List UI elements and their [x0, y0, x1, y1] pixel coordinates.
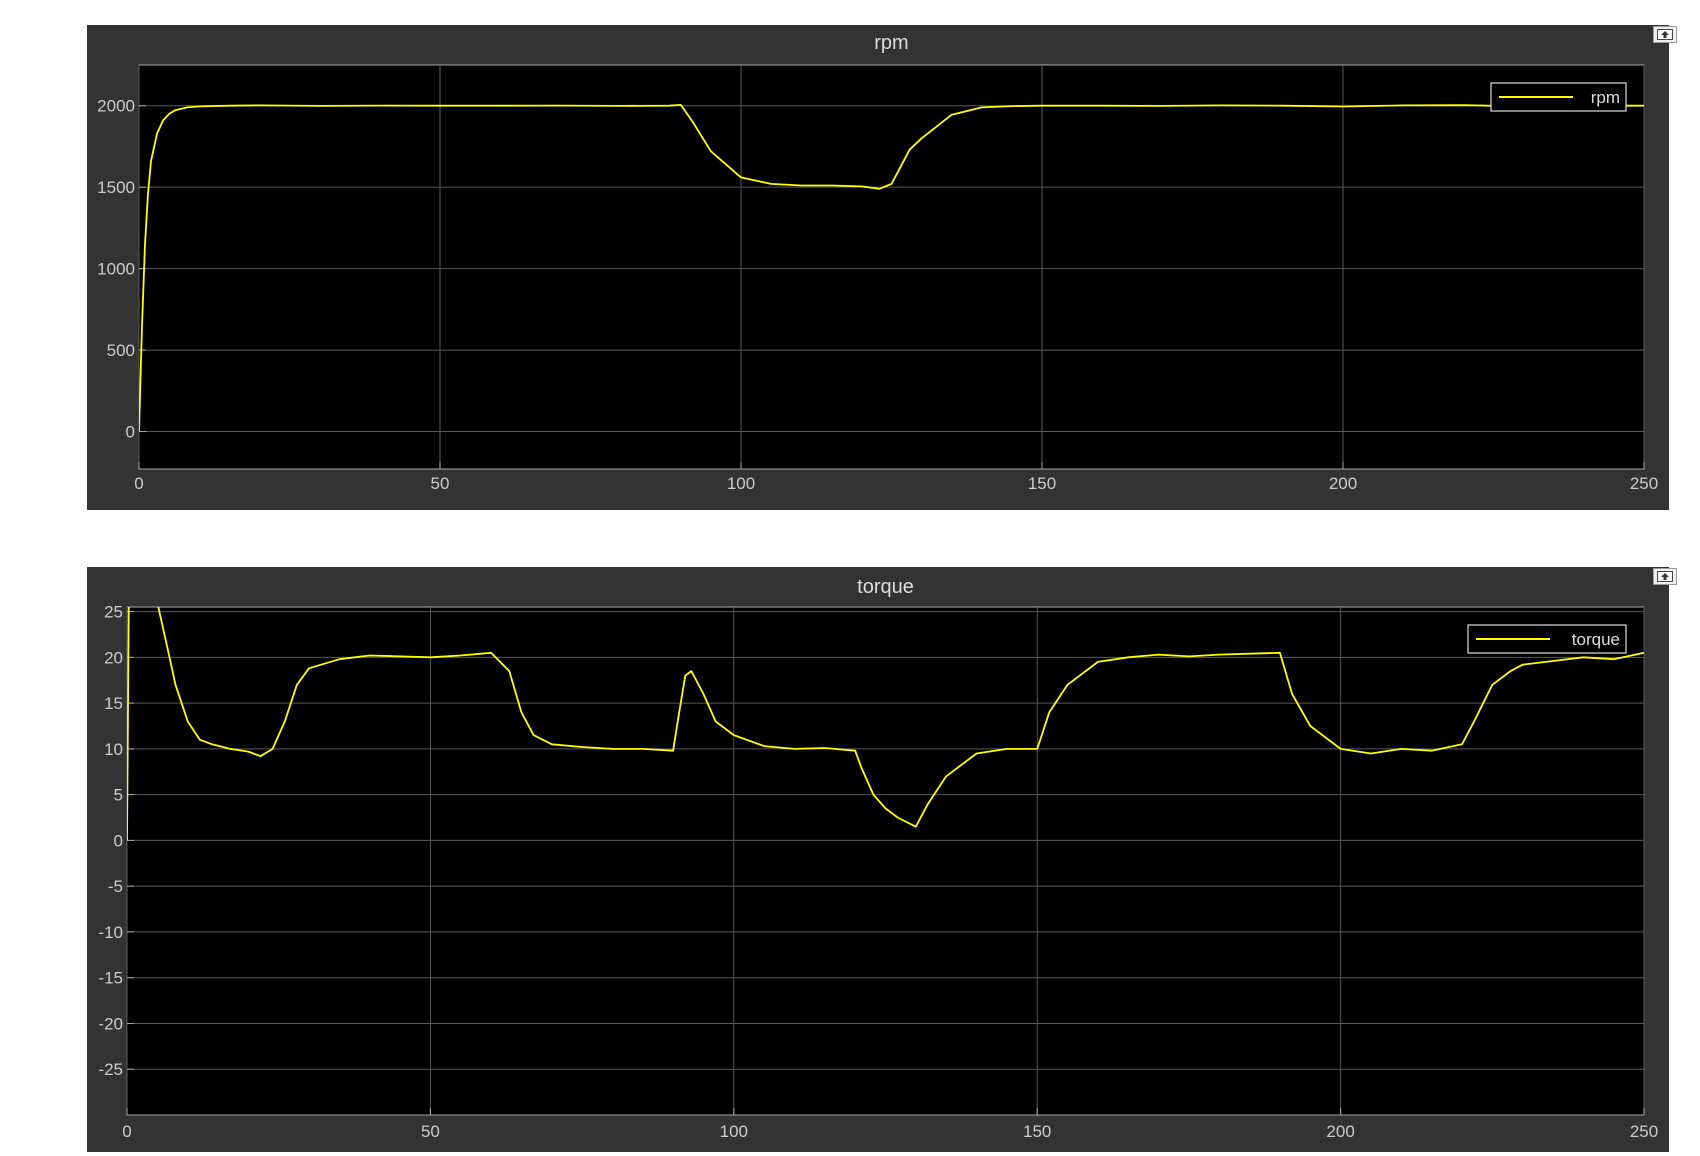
- chart-title: torque: [857, 576, 914, 598]
- undock-icon: [1657, 29, 1673, 40]
- y-tick-label: 0: [126, 423, 135, 442]
- y-tick-label: 20: [104, 648, 123, 667]
- legend-label: torque: [1572, 630, 1620, 649]
- torque-chart: torque 0 50 100 150 200 250 -25 -20 -15 -10 -5 0 5 10 1…: [98, 576, 1658, 1141]
- undock-icon: [1657, 571, 1673, 582]
- y-tick-label: -20: [98, 1014, 123, 1033]
- legend: torque: [1467, 624, 1627, 654]
- y-tick-label: -10: [98, 923, 123, 942]
- y-tick-label: 10: [104, 740, 123, 759]
- x-tick-label: 200: [1326, 1122, 1354, 1141]
- x-tick-label: 50: [421, 1122, 440, 1141]
- y-tick-label: 15: [104, 694, 123, 713]
- rpm-chart: rpm 0 50 100 150 200 250 0 500 1000 1500 2000 rpm: [97, 32, 1658, 493]
- y-tick-label: 2000: [97, 97, 135, 116]
- y-tick-label: 0: [114, 831, 123, 850]
- y-tick-label: 5: [114, 786, 123, 805]
- rpm-scope-panel: rpm 0 50 100 150 200 250 0 500 1000 1500 2000 rpm: [87, 25, 1677, 510]
- x-tick-label: 0: [122, 1122, 131, 1141]
- legend-label: rpm: [1591, 88, 1620, 107]
- x-tick-label: 0: [134, 474, 143, 493]
- y-tick-label: -5: [108, 877, 123, 896]
- torque-scope-panel: torque 0 50 100 150 200 250 -25 -20 -15 -10 -5 0 5 10 1…: [87, 567, 1677, 1152]
- y-tick-label: 1000: [97, 260, 135, 279]
- chart-title: rpm: [874, 32, 908, 54]
- y-tick-label: -25: [98, 1060, 123, 1079]
- x-tick-label: 200: [1329, 474, 1357, 493]
- y-tick-label: 500: [107, 341, 135, 360]
- y-tick-label: 25: [104, 603, 123, 622]
- x-tick-label: 250: [1630, 474, 1658, 493]
- y-tick-label: -15: [98, 969, 123, 988]
- plot-area: [138, 64, 1645, 470]
- x-tick-label: 150: [1023, 1122, 1051, 1141]
- x-tick-label: 150: [1028, 474, 1056, 493]
- x-tick-label: 50: [431, 474, 450, 493]
- legend: rpm: [1490, 82, 1627, 112]
- x-tick-label: 250: [1630, 1122, 1658, 1141]
- x-tick-label: 100: [720, 1122, 748, 1141]
- plot-area: [126, 606, 1645, 1116]
- undock-button[interactable]: [1653, 568, 1677, 585]
- y-tick-label: 1500: [97, 178, 135, 197]
- x-tick-label: 100: [727, 474, 755, 493]
- undock-button[interactable]: [1653, 26, 1677, 43]
